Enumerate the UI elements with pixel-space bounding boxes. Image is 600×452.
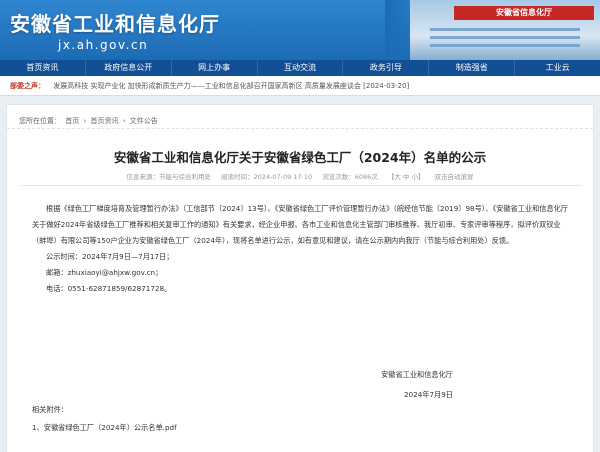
- nav-item-guide[interactable]: 政务引导: [343, 60, 430, 76]
- breadcrumb-home[interactable]: 首页: [65, 117, 79, 125]
- breadcrumb-prefix: 您所在位置：: [19, 117, 61, 125]
- contact-email: 邮箱：zhuxiaoyi@ahjxw.gov.cn；: [46, 268, 163, 277]
- building-window: [430, 28, 580, 31]
- article-meta: 信息来源：节能与综合利用处 阅读时间：2024-07-09 17:10 浏览次数…: [7, 171, 593, 181]
- building-photo: 安徽省信息化厅: [410, 0, 600, 60]
- notice-period: 公示时间：2024年7月9日—7月17日；: [46, 252, 174, 261]
- site-title[interactable]: 安徽省工业和信息化厅: [10, 8, 220, 37]
- nav-item-manufacturing[interactable]: 制造强省: [429, 60, 516, 76]
- attachments: 相关附件： 1、安徽省绿色工厂（2024年）公示名单.pdf: [32, 401, 177, 437]
- signature-block: 安徽省工业和信息化厅 2024年7月9日: [381, 365, 453, 405]
- meta-views: 浏览次数：6086次: [322, 173, 378, 181]
- signature-org: 安徽省工业和信息化厅: [381, 370, 453, 379]
- building-window: [430, 36, 580, 39]
- site-domain: jx.ah.gov.cn: [58, 38, 149, 52]
- breadcrumb: 您所在位置： 首页 › 首页资讯 › 文件公告: [7, 113, 593, 129]
- main-nav: 首页资讯 政府信息公开 网上办事 互动交流 政务引导 制造强省 工业云: [0, 60, 600, 76]
- meta-time: 阅读时间：2024-07-09 17:10: [221, 173, 313, 181]
- divider: [21, 185, 581, 186]
- article-body: 根据《绿色工厂梯度培育及管理暂行办法》（工信部节〔2024〕13号）、《安徽省绿…: [32, 201, 572, 297]
- nav-item-interaction[interactable]: 互动交流: [258, 60, 344, 76]
- signature-date: 2024年7月9日: [403, 390, 453, 399]
- nav-item-cloud[interactable]: 工业云: [515, 60, 600, 76]
- site-header: 安徽省工业和信息化厅 jx.ah.gov.cn 安徽省信息化厅: [0, 0, 600, 60]
- article-title: 安徽省工业和信息化厅关于安徽省绿色工厂（2024年）名单的公示: [113, 150, 487, 165]
- attachment-link[interactable]: 1、安徽省绿色工厂（2024年）公示名单.pdf: [32, 419, 177, 437]
- breadcrumb-notices[interactable]: 文件公告: [130, 117, 158, 125]
- building-window: [430, 44, 580, 47]
- auto-scroll-toggle[interactable]: 双击自动滚屏: [435, 173, 474, 181]
- nav-item-gov-info[interactable]: 政府信息公开: [86, 60, 172, 76]
- announcement-bar: 部委之声： 发展高科技 实现产业化 加快形成新质生产力——工业和信息化部召开国家…: [0, 76, 600, 96]
- breadcrumb-sep: ›: [83, 117, 87, 125]
- contact-phone: 电话：0551-62871859/62871728。: [46, 284, 172, 293]
- breadcrumb-sep: ›: [122, 117, 126, 125]
- attachments-label: 相关附件：: [32, 405, 68, 414]
- nav-item-home[interactable]: 首页资讯: [0, 60, 86, 76]
- font-size-switch[interactable]: 【大 中 小】: [388, 173, 425, 181]
- article-paragraph: 根据《绿色工厂梯度培育及管理暂行办法》（工信部节〔2024〕13号）、《安徽省绿…: [32, 204, 569, 245]
- content-panel: 您所在位置： 首页 › 首页资讯 › 文件公告 安徽省工业和信息化厅关于安徽省绿…: [6, 104, 594, 452]
- nav-item-online-service[interactable]: 网上办事: [172, 60, 258, 76]
- breadcrumb-news[interactable]: 首页资讯: [91, 117, 119, 125]
- meta-source: 信息来源：节能与综合利用处: [126, 173, 211, 181]
- announcement-link[interactable]: 发展高科技 实现产业化 加快形成新质生产力——工业和信息化部召开国家高新区 高质…: [53, 82, 409, 90]
- building-sign: 安徽省信息化厅: [454, 6, 594, 20]
- announcement-label: 部委之声：: [10, 82, 45, 90]
